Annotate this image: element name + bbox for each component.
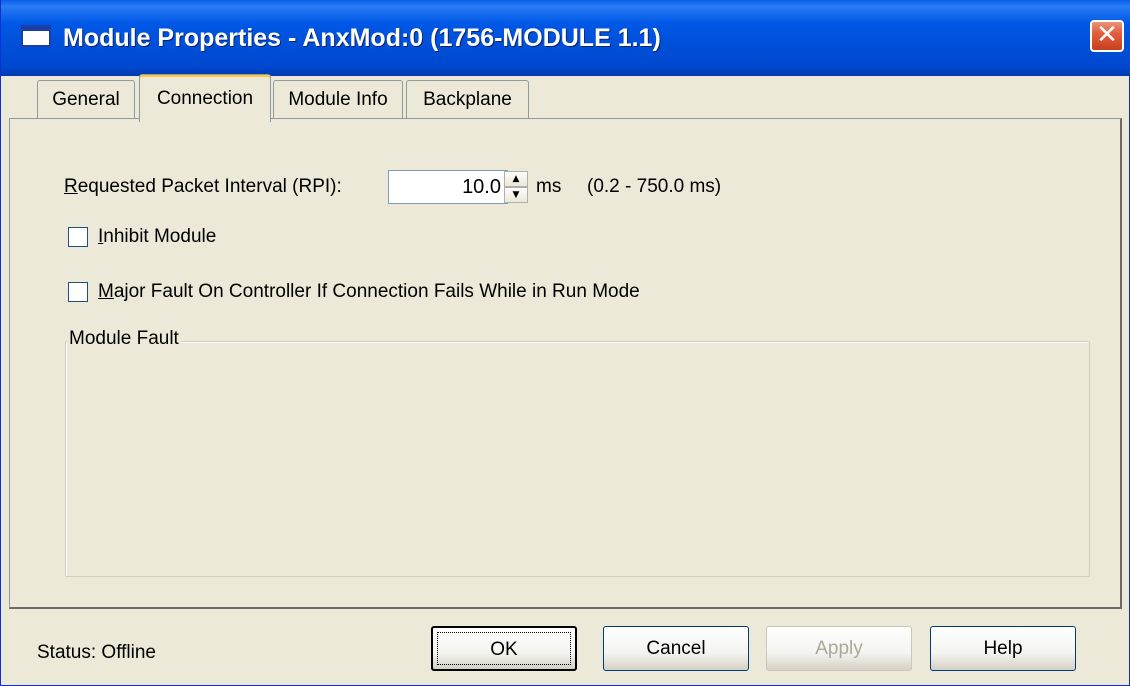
tab-connection-label: Connection [156,88,254,109]
inhibit-module-checkbox[interactable] [68,227,88,247]
module-fault-legend: Module Fault [67,328,181,350]
tab-backplane[interactable]: Backplane [406,80,529,118]
major-fault-checkbox[interactable] [68,282,88,302]
cancel-button[interactable]: Cancel [603,626,749,671]
tab-module-info[interactable]: Module Info [273,80,403,118]
rpi-label: Requested Packet Interval (RPI): [64,176,342,197]
help-button[interactable]: Help [930,626,1076,671]
rpi-range: (0.2 - 750.0 ms) [587,176,722,197]
ok-button-focus: OK [437,632,571,665]
inhibit-module-label[interactable]: Inhibit Module [98,226,216,248]
close-button[interactable]: ✕ [1090,20,1124,52]
tab-general[interactable]: General [37,80,135,118]
cancel-label: Cancel [646,638,706,659]
ok-label: OK [490,639,518,660]
help-label: Help [983,638,1023,659]
title-bar[interactable]: Module Properties - AnxMod:0 (1756-MODUL… [1,0,1130,76]
close-icon: ✕ [1096,20,1118,50]
spin-up-icon[interactable]: ▲ [504,171,528,187]
major-fault-label[interactable]: Major Fault On Controller If Connection … [98,281,640,303]
status-text: Status: Offline [37,642,156,663]
tab-module-info-label: Module Info [288,89,388,110]
window-title: Module Properties - AnxMod:0 (1756-MODUL… [63,24,661,52]
window-icon [21,25,51,47]
rpi-unit: ms [536,176,562,197]
module-properties-dialog: Module Properties - AnxMod:0 (1756-MODUL… [0,0,1130,686]
tab-backplane-label: Backplane [423,89,512,110]
apply-button[interactable]: Apply [766,626,912,671]
rpi-spinner[interactable]: ▲ ▼ [504,171,528,203]
module-fault-group [65,341,1090,577]
rpi-input[interactable]: 10.0 [388,170,508,204]
apply-label: Apply [815,638,863,659]
spin-down-icon[interactable]: ▼ [504,187,528,203]
tab-connection[interactable]: Connection [139,74,271,122]
tab-general-label: General [52,89,120,110]
ok-button[interactable]: OK [431,626,577,671]
